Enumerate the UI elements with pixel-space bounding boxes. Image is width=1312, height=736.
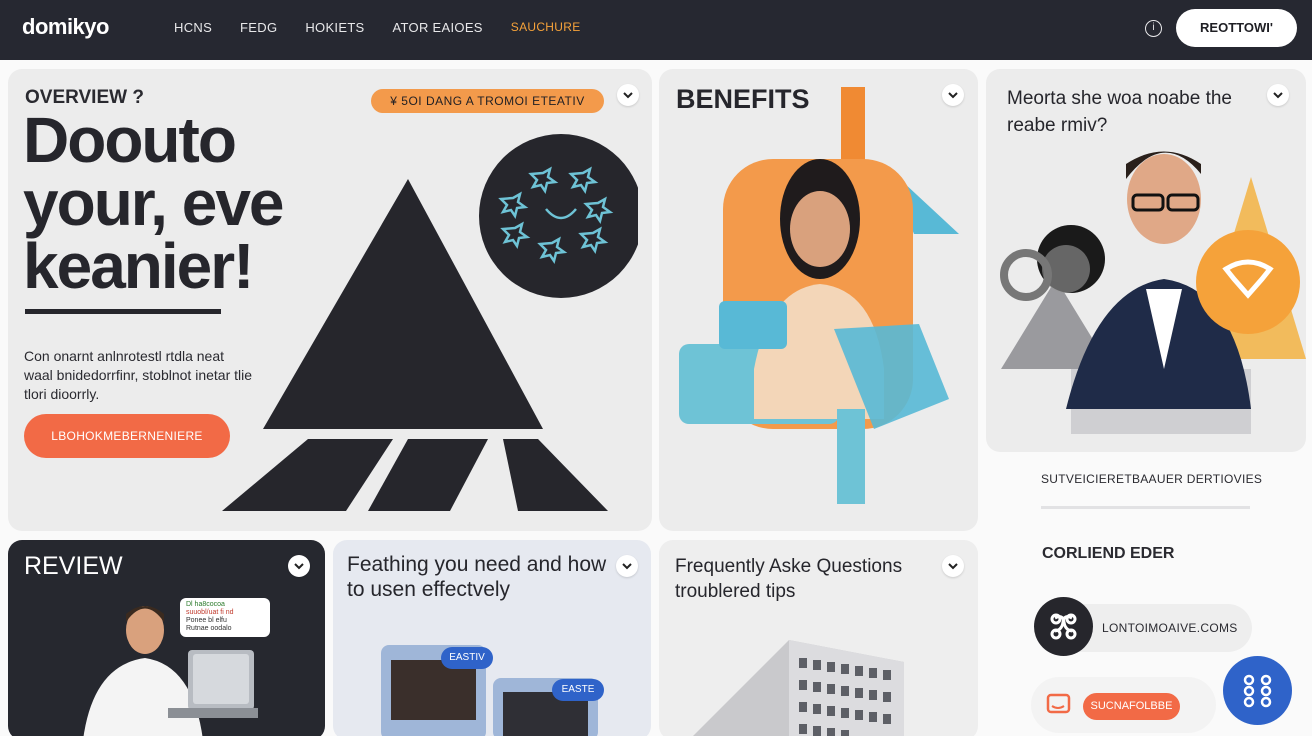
side-divider: [1041, 506, 1250, 509]
faq-card: Frequently Aske Questions troublered tip…: [659, 540, 978, 736]
top-nav: domikyo HCNS FEDG HOKIETS ATOR EAIOES SA…: [0, 0, 1312, 60]
link-icon[interactable]: [1034, 597, 1093, 656]
contact-email[interactable]: LONTOIMOAIVE.COMS: [1102, 621, 1238, 635]
nav-link-2[interactable]: FEDG: [240, 20, 277, 35]
features-card: Feathing you need and how to usen effect…: [333, 540, 651, 736]
grid-menu-icon[interactable]: [1223, 656, 1292, 725]
overview-card: OVERVIEW ? ¥ 5OI DANG A TROMOI ETEATIV D…: [8, 69, 652, 531]
side-heading: SUTVEICIERETBAAUER DERTIOVIES: [1041, 472, 1263, 486]
nav-link-1[interactable]: HCNS: [174, 20, 212, 35]
nav-link-4[interactable]: ATOR EAIOES: [393, 20, 483, 35]
subscribe-button[interactable]: SUCNAFOLBBE: [1083, 693, 1180, 720]
nav-cta-button[interactable]: REOTTOWI': [1176, 9, 1297, 47]
abstract-illustration: [222, 134, 638, 511]
chevron-down-icon[interactable]: [617, 84, 639, 106]
benefits-card: BENEFITS: [659, 69, 978, 531]
feature-chip[interactable]: EASTE: [552, 679, 604, 701]
feature-chip[interactable]: EASTIV: [441, 647, 493, 669]
help-circle-icon[interactable]: i: [1145, 20, 1162, 37]
benefits-illustration: [679, 87, 959, 504]
nav-link-5[interactable]: SAUCHURE: [511, 20, 581, 35]
review-card: REVIEW Dl ha8cocoa suuobl/uat fi nd Pone…: [8, 540, 325, 736]
nav-link-3[interactable]: HOKIETS: [305, 20, 364, 35]
chat-icon: [1046, 693, 1071, 714]
side-subheading: CORLIEND EDER: [1042, 545, 1175, 562]
promo-pill[interactable]: ¥ 5OI DANG A TROMOI ETEATIV: [371, 89, 604, 113]
divider: [25, 309, 221, 314]
overview-cta-button[interactable]: LBOHOKMEBERNENIERE: [24, 414, 230, 458]
profile-card: Meorta she woa noabe the reabe rmiv?: [986, 69, 1306, 452]
nav-links: HCNS FEDG HOKIETS ATOR EAIOES SAUCHURE: [174, 20, 581, 35]
building-illustration: [693, 640, 904, 736]
features-illustration: [381, 645, 598, 736]
brand-logo[interactable]: domikyo: [22, 14, 109, 40]
review-illustration: [83, 606, 258, 736]
profile-illustration: [1000, 151, 1306, 434]
